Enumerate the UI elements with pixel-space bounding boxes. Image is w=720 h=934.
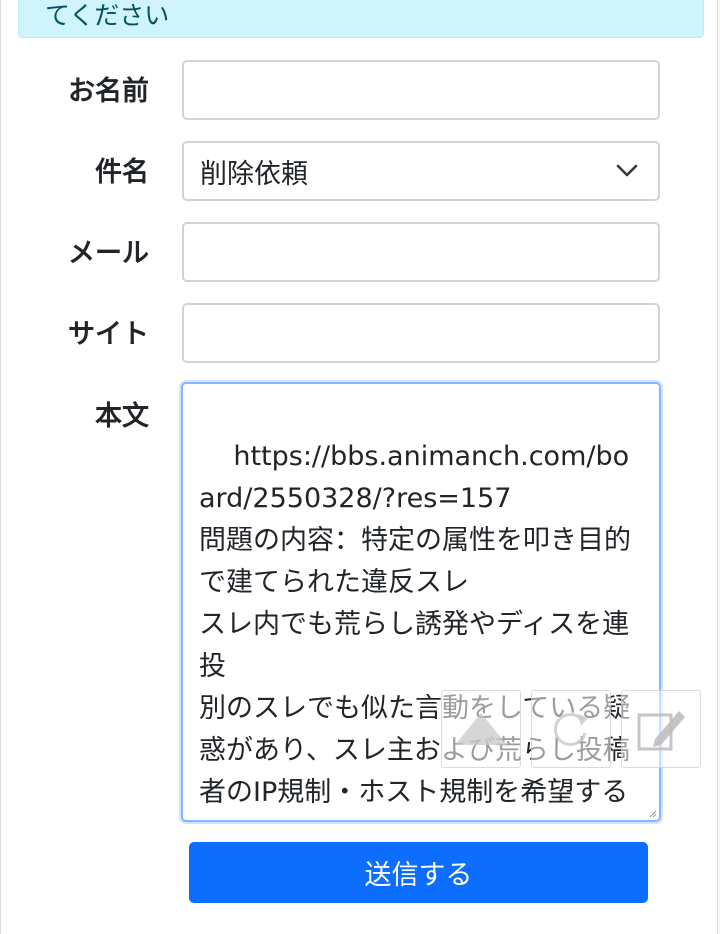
alert-text: てください <box>45 1 170 30</box>
resize-grip-icon[interactable] <box>649 810 657 818</box>
name-input[interactable] <box>182 60 660 120</box>
scroll-top-button[interactable] <box>441 690 521 768</box>
subject-selected-value: 削除依頼 <box>200 158 308 190</box>
mail-label: メール <box>68 238 149 269</box>
compose-button[interactable] <box>621 690 701 768</box>
mail-input[interactable] <box>182 222 660 282</box>
site-input[interactable] <box>182 303 660 363</box>
info-alert: てください <box>18 0 704 38</box>
subject-label: 件名 <box>95 157 149 188</box>
body-label: 本文 <box>95 401 149 432</box>
refresh-icon <box>553 713 588 746</box>
reload-button[interactable] <box>531 690 611 768</box>
name-label: お名前 <box>68 76 149 107</box>
chevron-down-icon <box>616 164 638 177</box>
edit-icon <box>637 711 685 751</box>
arrow-up-icon <box>455 713 507 745</box>
site-label: サイト <box>68 319 149 350</box>
submit-button[interactable]: 送信する <box>189 842 648 903</box>
form-panel: てください お名前 件名 削除依頼 メール サイト 本文 https://bbs… <box>0 0 718 934</box>
subject-select[interactable]: 削除依頼 <box>182 141 660 201</box>
